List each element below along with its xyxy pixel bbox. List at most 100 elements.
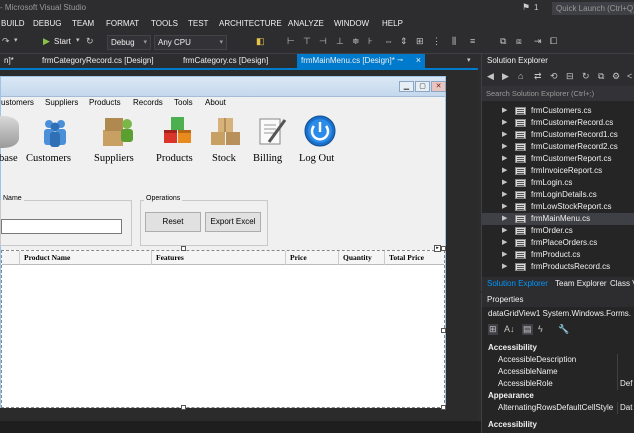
tree-item[interactable]: ▶ frmProductsRecord.cs [482, 261, 634, 273]
tree-item[interactable]: ▶ frmCustomers.cs [482, 105, 634, 117]
alphabetical-icon[interactable]: A↓ [504, 324, 515, 334]
property-row[interactable]: AccessibleRole Def [482, 378, 634, 390]
tree-item-selected[interactable]: ▶ frmMainMenu.cs [482, 213, 634, 225]
export-excel-button[interactable]: Export Excel [205, 212, 261, 232]
tree-item[interactable]: ▶ frmLoginDetails.cs [482, 189, 634, 201]
form-menu-tools[interactable]: Tools [174, 98, 193, 107]
tab-team-explorer[interactable]: Team Explorer [555, 279, 607, 288]
resize-handle[interactable] [441, 246, 446, 251]
grid-col-header[interactable]: Quantity [339, 251, 385, 265]
grid-icon[interactable]: ⋮ [432, 36, 441, 47]
power-icon[interactable] [303, 114, 336, 147]
align-top-icon[interactable]: ⊥ [336, 36, 344, 47]
tree-item[interactable]: ▶ frmLowStockReport.cs [482, 201, 634, 213]
name-input[interactable] [1, 219, 122, 234]
menu-format[interactable]: FORMAT [106, 19, 139, 28]
spacing-icon[interactable]: ⫼ [452, 36, 456, 47]
form-menu-suppliers[interactable]: Suppliers [45, 98, 78, 107]
sync-icon[interactable]: ⇄ [534, 71, 542, 82]
doc-tab[interactable]: n]* [0, 54, 18, 68]
chevron-down-icon[interactable]: ▾ [14, 36, 18, 44]
start-button[interactable]: Start [54, 37, 71, 46]
menu-debug[interactable]: DEBUG [33, 19, 61, 28]
resize-handle[interactable] [441, 405, 446, 410]
config-select[interactable]: Debug ▾ [107, 35, 151, 50]
resize-handle[interactable] [181, 246, 186, 251]
database-icon[interactable] [0, 116, 19, 148]
align-left-icon[interactable]: ⊢ [287, 36, 295, 47]
property-category[interactable]: Appearance [482, 390, 634, 402]
form-menu-about[interactable]: About [205, 98, 226, 107]
products-icon[interactable] [161, 114, 193, 146]
pin-icon[interactable]: ⊸ [397, 56, 403, 64]
tree-item[interactable]: ▶ frmProduct.cs [482, 249, 634, 261]
property-row[interactable]: AccessibleDescription [482, 354, 634, 366]
chevron-down-icon[interactable]: ▾ [76, 36, 80, 44]
size-both-icon[interactable]: ⊞ [416, 36, 424, 47]
minimize-icon[interactable]: ▁ [399, 81, 414, 92]
tab-class-view[interactable]: Class Vi [610, 279, 634, 288]
tree-item[interactable]: ▶ frmCustomerRecord1.cs [482, 129, 634, 141]
close-icon[interactable]: × [416, 55, 421, 65]
code-icon[interactable]: < [627, 71, 632, 81]
notification-flag-icon[interactable]: ⚑ [522, 2, 530, 13]
tree-item[interactable]: ▶ frmInvoiceReport.cs [482, 165, 634, 177]
copy-icon[interactable]: ⧉ [598, 71, 604, 82]
find-icon[interactable]: ◧ [256, 36, 265, 47]
menu-test[interactable]: TEST [188, 19, 208, 28]
redo-icon[interactable]: ↷ [2, 36, 10, 47]
reset-button[interactable]: Reset [145, 212, 201, 232]
quick-launch-input[interactable]: Quick Launch (Ctrl+Q) [552, 2, 634, 15]
tree-item[interactable]: ▶ frmCustomerReport.cs [482, 153, 634, 165]
tree-item[interactable]: ▶ frmPlaceOrders.cs [482, 237, 634, 249]
collapse-icon[interactable]: ⊟ [566, 71, 574, 82]
platform-select[interactable]: Any CPU ▾ [154, 35, 227, 50]
menu-build[interactable]: BUILD [1, 19, 25, 28]
billing-icon[interactable] [255, 114, 287, 146]
property-row[interactable]: AlternatingRowsDefaultCellStyle Dat [482, 402, 634, 414]
winform-preview[interactable]: ▁ ▢ ✕ ustomers Suppliers Products Record… [0, 76, 446, 410]
properties-icon[interactable]: ⚙ [612, 71, 620, 82]
properties-icon[interactable]: ▤ [522, 324, 533, 335]
form-menu-customers[interactable]: ustomers [1, 98, 34, 107]
grid-col-header[interactable]: Features [152, 251, 286, 265]
categorized-icon[interactable]: ⊞ [488, 324, 498, 335]
send-back-icon[interactable]: ⧈ [516, 36, 522, 47]
menu-team[interactable]: TEAM [72, 19, 94, 28]
tree-item[interactable]: ▶ frmOrder.cs [482, 225, 634, 237]
resize-handle[interactable] [181, 405, 186, 410]
property-category[interactable]: Accessibility [482, 342, 634, 354]
start-icon[interactable]: ▶ [43, 36, 50, 47]
home-icon[interactable]: ⌂ [518, 71, 523, 81]
doc-tab[interactable]: frmCategoryRecord.cs [Design] [38, 54, 158, 68]
tree-item[interactable]: ▶ frmCustomerRecord.cs [482, 117, 634, 129]
menu-help[interactable]: HELP [382, 19, 403, 28]
menu-architecture[interactable]: ARCHITECTURE [219, 19, 282, 28]
tab-overflow-chevron-down-icon[interactable]: ▾ [463, 54, 475, 68]
size-width-icon[interactable]: ⇔ [384, 36, 393, 46]
stock-icon[interactable] [209, 114, 241, 146]
bring-front-icon[interactable]: ⧉ [500, 36, 506, 47]
grid-col-header[interactable]: Total Price [385, 251, 444, 265]
tree-item[interactable]: ▶ frmCustomerRecord2.cs [482, 141, 634, 153]
form-menu-products[interactable]: Products [89, 98, 121, 107]
properties-object-select[interactable]: dataGridView1 System.Windows.Forms. [482, 307, 634, 321]
tab-solution-explorer[interactable]: Solution Explorer [487, 279, 548, 288]
align-center-icon[interactable]: ⊤ [303, 36, 311, 47]
size-height-icon[interactable]: ⇕ [400, 36, 408, 47]
menu-window[interactable]: WINDOW [334, 19, 369, 28]
tree-item[interactable]: ▶ frmLogin.cs [482, 177, 634, 189]
align-middle-icon[interactable]: ≑ [352, 36, 360, 47]
maximize-icon[interactable]: ▢ [415, 81, 430, 92]
doc-tab[interactable]: frmCategory.cs [Design] [179, 54, 272, 68]
solution-search-input[interactable]: Search Solution Explorer (Ctrl+;) [482, 86, 634, 101]
lock-icon[interactable]: ⧠ [550, 36, 557, 47]
form-menu-records[interactable]: Records [133, 98, 163, 107]
back-icon[interactable]: ◀ [487, 71, 494, 82]
align-bottom-icon[interactable]: ⊦ [368, 36, 373, 47]
resize-handle[interactable] [441, 328, 446, 333]
grid-col-header[interactable] [2, 251, 20, 265]
property-row[interactable]: AccessibleName [482, 366, 634, 378]
menu-tools[interactable]: TOOLS [151, 19, 178, 28]
refresh-icon[interactable]: ↻ [86, 36, 94, 47]
